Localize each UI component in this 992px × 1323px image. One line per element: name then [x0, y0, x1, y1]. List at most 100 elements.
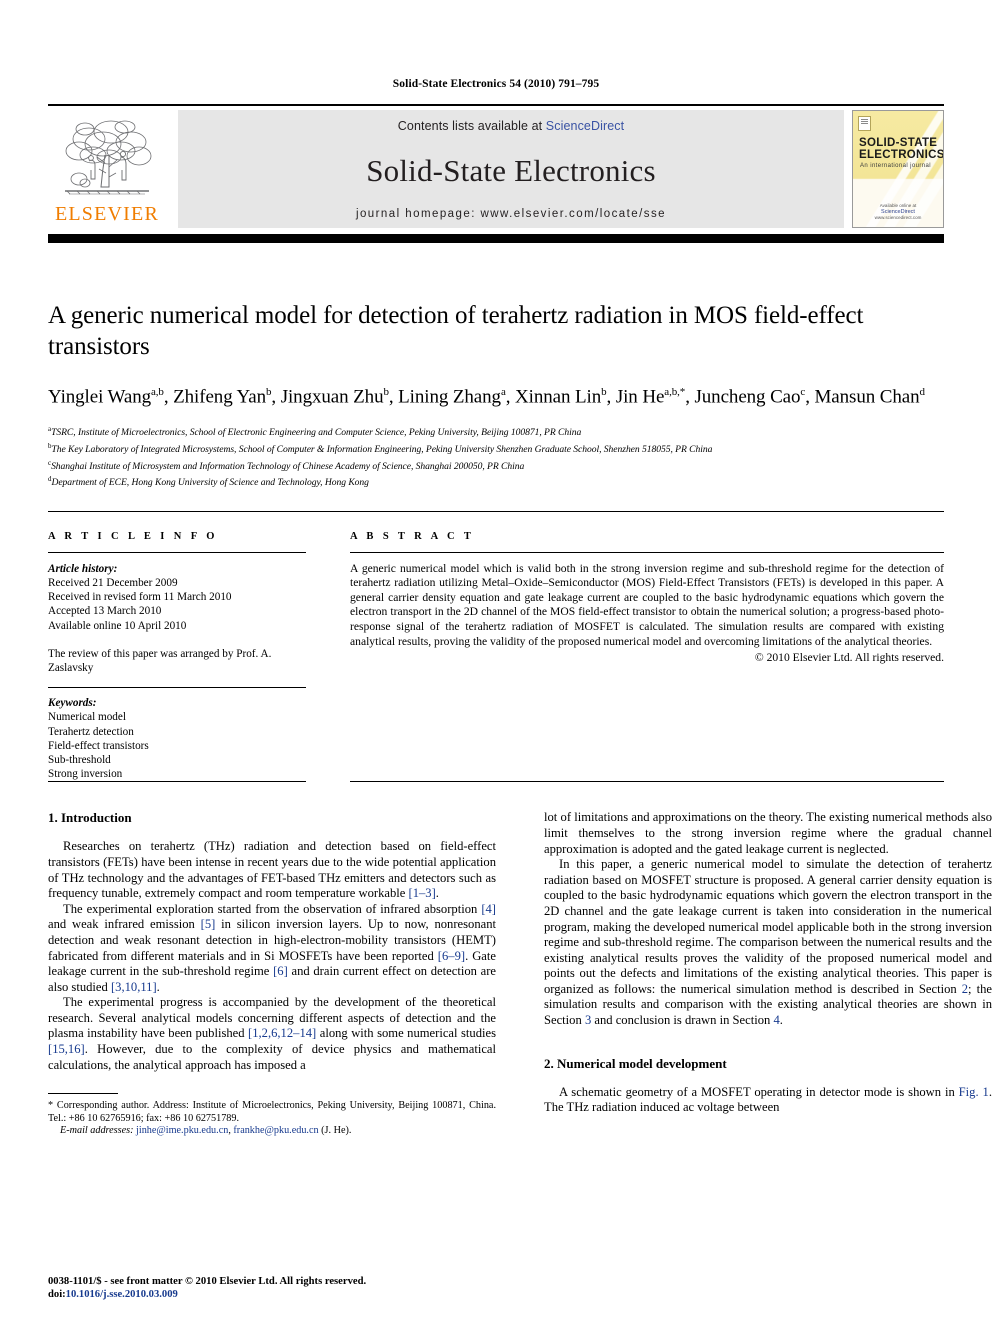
- keyword-item: Strong inversion: [48, 768, 123, 781]
- footnote-rule: [48, 1093, 118, 1095]
- info-top-rule: [48, 510, 944, 512]
- paragraph-3-text-c: . However, due to the complexity of devi…: [48, 1042, 496, 1072]
- journal-cover-thumbnail[interactable]: SOLID-STATE ELECTRONICS An international…: [852, 110, 944, 228]
- keywords-label: Keywords:: [48, 697, 97, 710]
- journal-masthead: ELSEVIER Contents lists available at Sci…: [48, 110, 944, 228]
- info-bottom-rules: [48, 781, 944, 783]
- cover-title-line2: ELECTRONICS: [859, 149, 944, 161]
- abstract-column: A B S T R A C T A generic numerical mode…: [350, 531, 944, 782]
- keyword-item: Field-effect transistors: [48, 739, 149, 752]
- affiliation-list: aTSRC, Institute of Microelectronics, Sc…: [48, 423, 944, 489]
- history-item: Accepted 13 March 2010: [48, 605, 162, 618]
- affiliation-item: aTSRC, Institute of Microelectronics, Sc…: [48, 423, 944, 440]
- doi-label: doi:: [48, 1289, 66, 1300]
- citation-link[interactable]: [5]: [201, 917, 216, 931]
- doi-link[interactable]: 10.1016/j.sse.2010.03.009: [66, 1289, 178, 1300]
- figure-link[interactable]: Fig. 1: [959, 1085, 989, 1099]
- citation-link[interactable]: [6]: [273, 964, 288, 978]
- article-info-heading: A R T I C L E I N F O: [48, 530, 218, 542]
- info-abstract-row: A R T I C L E I N F O Article history: R…: [48, 531, 944, 782]
- paragraph-5: In this paper, a generic numerical model…: [544, 857, 992, 1029]
- citation-link[interactable]: [15,16]: [48, 1042, 85, 1056]
- sciencedirect-link[interactable]: ScienceDirect: [546, 119, 624, 133]
- journal-homepage-line[interactable]: journal homepage: www.elsevier.com/locat…: [178, 208, 844, 220]
- info-bottom-rule-left: [48, 781, 306, 783]
- cover-title-line1: SOLID-STATE: [859, 137, 938, 149]
- abstract-rule: [350, 551, 944, 553]
- citation-link[interactable]: [6–9]: [438, 949, 465, 963]
- journal-title: Solid-State Electronics: [366, 153, 656, 188]
- keyword-item: Numerical model: [48, 711, 126, 724]
- section-1-heading: 1. Introduction: [48, 810, 132, 826]
- footnote-email-line: E-mail addresses: jinhe@ime.pku.edu.cn, …: [60, 1125, 352, 1137]
- contents-prefix: Contents lists available at: [397, 119, 546, 133]
- paragraph-2-text-a: The experimental exploration started fro…: [63, 901, 482, 916]
- paragraph-5-text-c: and conclusion is drawn in Section: [591, 1013, 774, 1028]
- paragraph-6: A schematic geometry of a MOSFET operati…: [544, 1085, 992, 1116]
- abstract-heading: A B S T R A C T: [350, 530, 475, 542]
- article-info-column: A R T I C L E I N F O Article history: R…: [48, 531, 306, 782]
- paragraph-3: The experimental progress is accompanied…: [48, 995, 496, 1073]
- history-item: Received 21 December 2009: [48, 576, 178, 589]
- history-spacer: [48, 633, 306, 647]
- affiliation-item: dDepartment of ECE, Hong Kong University…: [48, 473, 944, 490]
- review-note: The review of this paper was arranged by…: [48, 647, 272, 674]
- imprint-block: 0038-1101/$ - see front matter © 2010 El…: [48, 1275, 496, 1301]
- affiliation-text: Department of ECE, Hong Kong University …: [51, 477, 369, 489]
- citation-link[interactable]: [1–3]: [409, 886, 436, 900]
- affiliation-item: bThe Key Laboratory of Integrated Micros…: [48, 440, 944, 457]
- footnote-corresponding: Corresponding author. Address: Institute…: [48, 1100, 496, 1124]
- elsevier-wordmark: ELSEVIER: [54, 203, 160, 225]
- affiliation-item: cShanghai Institute of Microsystem and I…: [48, 457, 944, 474]
- masthead-black-bar: [48, 234, 944, 243]
- footnote-block: * Corresponding author. Address: Institu…: [48, 1100, 496, 1138]
- cover-subtitle: An international journal: [860, 163, 931, 169]
- citation-link[interactable]: [4]: [481, 902, 496, 916]
- paper-page: Solid-State Electronics 54 (2010) 791–79…: [0, 0, 992, 1323]
- citation-link[interactable]: [1,2,6,12–14]: [248, 1026, 316, 1040]
- footnote-email-suffix: (J. He).: [318, 1125, 352, 1137]
- article-info-rule: [48, 551, 306, 553]
- author-list: Yinglei Wanga,b, Zhifeng Yanb, Jingxuan …: [48, 386, 925, 408]
- affiliation-text: The Key Laboratory of Integrated Microsy…: [51, 444, 713, 456]
- paragraph-6-text-a: A schematic geometry of a MOSFET operati…: [559, 1084, 959, 1099]
- page-title: A generic numerical model for detection …: [48, 302, 864, 360]
- footnote-email-label: E-mail addresses:: [60, 1125, 134, 1137]
- cover-elsevier-mark-icon: [858, 116, 871, 131]
- running-head: Solid-State Electronics 54 (2010) 791–79…: [392, 78, 600, 90]
- keywords-rule: [48, 687, 306, 689]
- info-bottom-rule-right: [350, 781, 944, 783]
- cover-title: SOLID-STATE ELECTRONICS: [859, 137, 944, 161]
- body-columns: 1. Introduction Researches on terahertz …: [48, 810, 992, 1138]
- paragraph-2-text-f: .: [156, 979, 160, 994]
- contents-lists-line: Contents lists available at ScienceDirec…: [178, 119, 844, 133]
- doi-line: doi:10.1016/j.sse.2010.03.009: [48, 1288, 496, 1301]
- elsevier-logo: ELSEVIER: [48, 110, 166, 228]
- affiliation-text: Shanghai Institute of Microsystem and In…: [51, 460, 525, 472]
- paragraph-4: lot of limitations and approximations on…: [544, 810, 992, 856]
- citation-link[interactable]: [3,10,11]: [111, 980, 157, 994]
- email-link-1[interactable]: jinhe@ime.pku.edu.cn: [136, 1125, 228, 1136]
- paragraph-3-text-b: along with some numerical studies: [316, 1026, 496, 1041]
- affiliation-text: TSRC, Institute of Microelectronics, Sch…: [51, 427, 582, 439]
- abstract-text: A generic numerical model which is valid…: [350, 561, 944, 648]
- cover-footer: Available online at ScienceDirect www.sc…: [853, 203, 943, 221]
- keywords-block: Keywords: Numerical model Terahertz dete…: [48, 696, 306, 781]
- elsevier-tree-icon: [59, 117, 155, 203]
- journal-band: Contents lists available at ScienceDirec…: [178, 110, 844, 228]
- imprint-line: 0038-1101/$ - see front matter © 2010 El…: [48, 1276, 367, 1287]
- body-column-right: lot of limitations and approximations on…: [544, 810, 992, 1138]
- history-item: Received in revised form 11 March 2010: [48, 591, 232, 604]
- history-item: Available online 10 April 2010: [48, 619, 187, 632]
- paragraph-2-text-b: and weak infrared emission: [48, 917, 201, 932]
- paragraph-5-text-a: In this paper, a generic numerical model…: [544, 857, 992, 996]
- keyword-item: Sub-threshold: [48, 753, 111, 766]
- section-2-heading: 2. Numerical model development: [544, 1055, 727, 1071]
- email-link-2[interactable]: frankhe@pku.edu.cn: [233, 1125, 318, 1136]
- paragraph-1: Researches on terahertz (THz) radiation …: [48, 839, 496, 901]
- paragraph-1-text-b: .: [435, 886, 439, 901]
- cover-foot-url: www.sciencedirect.com: [874, 215, 922, 220]
- abstract-copyright: © 2010 Elsevier Ltd. All rights reserved…: [754, 651, 944, 665]
- body-column-left: 1. Introduction Researches on terahertz …: [48, 810, 496, 1138]
- paragraph-2: The experimental exploration started fro…: [48, 902, 496, 996]
